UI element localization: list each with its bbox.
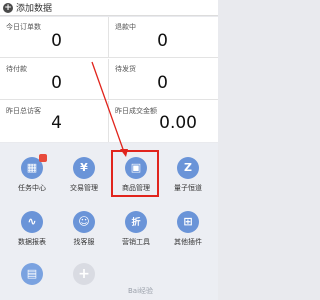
tile-label: 任务中心 [18,184,46,192]
notification-badge [39,154,47,162]
task-calendar-icon: ▦ [21,154,47,179]
tile-other-plugins[interactable]: ⊞ 其他插件 [161,203,215,253]
stat-value: 4 [51,113,62,133]
app-screen: + 添加数据 今日订单数 0 退款中 0 待付款 0 待发货 0 昨日总访客 4… [0,0,218,300]
tile-customer-service[interactable]: ☺ 找客服 [57,203,111,253]
yen-glyph: ¥ [80,161,88,174]
tile-label: 交易管理 [70,184,98,192]
grid-plugin-icon: ⊞ [177,211,199,233]
yen-icon: ¥ [73,157,95,179]
quantum-z-icon: Z [177,157,199,179]
tile-label: 营销工具 [122,238,150,246]
stat-title: 待发货 [115,65,136,73]
tile-label: 找客服 [73,238,95,246]
stat-value: 0 [157,73,168,93]
tile-task-center[interactable]: ▦ 任务中心 [5,149,59,199]
tile-extra[interactable]: ▤ [5,255,59,300]
stat-value: 0 [51,31,62,51]
highlight-box [111,150,159,197]
task-calendar-glyph: ▦ [26,161,38,174]
stat-pending-shipment[interactable]: 待发货 0 [109,59,218,100]
tile-label: 数据报表 [18,238,46,246]
customer-service-glyph: ☺ [78,215,90,228]
feature-grid: ▦ 任务中心 ¥ 交易管理 ▣ 商品管理 Z 量子恒道 ∿ 数据报表 ☺ 找客服… [0,143,218,300]
add-data-bar[interactable]: + 添加数据 [0,0,218,16]
stat-title: 昨日成交金额 [115,107,157,115]
stat-today-orders[interactable]: 今日订单数 0 [0,17,109,58]
quantum-z-glyph: Z [184,161,192,174]
tile-marketing-tools[interactable]: 折 营销工具 [109,203,163,253]
plus-circle-icon: + [3,2,13,13]
stat-value: 0 [157,31,168,51]
doc-icon: ▤ [21,263,43,285]
stat-pending-payment[interactable]: 待付款 0 [0,59,109,100]
tile-trade-management[interactable]: ¥ 交易管理 [57,149,111,199]
chart-line-glyph: ∿ [27,215,37,228]
stat-value: 0 [51,73,62,93]
stat-title: 今日订单数 [6,23,41,31]
stat-refunding[interactable]: 退款中 0 [109,17,218,58]
add-data-label: 添加数据 [16,4,53,14]
stat-title: 待付款 [6,65,27,73]
tile-add[interactable]: + [57,255,111,300]
stat-yesterday-visitors[interactable]: 昨日总访客 4 [0,101,109,142]
customer-service-icon: ☺ [73,211,95,233]
stat-title: 昨日总访客 [6,107,41,115]
stat-value: 0.00 [159,113,197,133]
chart-line-icon: ∿ [21,211,43,233]
discount-tag-glyph: 折 [131,218,141,228]
tile-data-report[interactable]: ∿ 数据报表 [5,203,59,253]
add-icon: + [73,263,95,285]
tile-label: 量子恒道 [174,184,202,192]
grid-plugin-glyph: ⊞ [183,215,193,228]
tile-quantum[interactable]: Z 量子恒道 [161,149,215,199]
watermark-logo: Bai经验 [128,287,154,295]
stats-panel: 今日订单数 0 退款中 0 待付款 0 待发货 0 昨日总访客 4 昨日成交金额… [0,17,218,142]
stat-yesterday-revenue[interactable]: 昨日成交金额 0.00 [109,101,218,142]
discount-tag-icon: 折 [125,211,147,233]
tile-label: 其他插件 [174,238,202,246]
stat-title: 退款中 [115,23,136,31]
